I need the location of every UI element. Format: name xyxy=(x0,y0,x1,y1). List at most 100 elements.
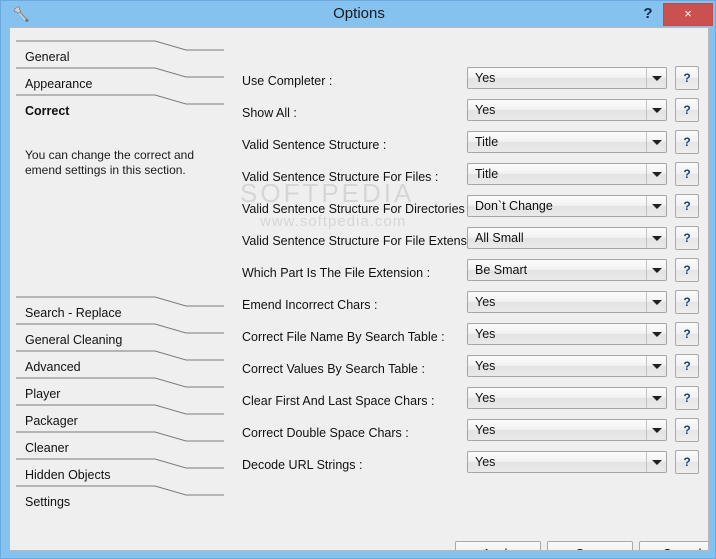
setting-dropdown-value: All Small xyxy=(475,231,524,245)
sidebar-item-packager[interactable]: Packager xyxy=(16,404,224,431)
setting-label: Valid Sentence Structure : xyxy=(242,138,387,152)
sidebar-item-general-cleaning[interactable]: General Cleaning xyxy=(16,323,224,350)
setting-dropdown-value: Yes xyxy=(475,103,496,117)
row-help-button[interactable]: ? xyxy=(675,290,699,314)
row-help-button[interactable]: ? xyxy=(675,162,699,186)
sidebar-item-general[interactable]: General xyxy=(16,40,224,67)
chevron-down-glyph xyxy=(652,172,662,177)
row-help-button[interactable]: ? xyxy=(675,322,699,346)
save-button[interactable]: Save xyxy=(547,541,633,550)
setting-dropdown[interactable]: Title xyxy=(467,163,667,185)
setting-dropdown-value: Don`t Change xyxy=(475,199,553,213)
settings-row: Correct Values By Search Table : Yes? xyxy=(226,354,708,386)
sidebar-item-player[interactable]: Player xyxy=(16,377,224,404)
setting-label: Use Completer : xyxy=(242,74,333,88)
setting-dropdown[interactable]: Yes xyxy=(467,99,667,121)
setting-label: Show All : xyxy=(242,106,297,120)
sidebar-item-appearance[interactable]: Appearance xyxy=(16,67,224,94)
chevron-down-glyph xyxy=(652,428,662,433)
apply-button[interactable]: Apply xyxy=(455,541,541,550)
titlebar-help-button[interactable]: ? xyxy=(637,3,659,25)
row-help-button[interactable]: ? xyxy=(675,450,699,474)
row-help-button[interactable]: ? xyxy=(675,354,699,378)
chevron-down-glyph xyxy=(652,108,662,113)
chevron-down-icon[interactable] xyxy=(646,196,666,216)
row-help-button[interactable]: ? xyxy=(675,418,699,442)
chevron-down-glyph xyxy=(652,396,662,401)
setting-dropdown[interactable]: Yes xyxy=(467,291,667,313)
sidebar-item-label: Search - Replace xyxy=(25,306,122,320)
chevron-down-icon[interactable] xyxy=(646,100,666,120)
chevron-down-icon[interactable] xyxy=(646,260,666,280)
chevron-down-icon[interactable] xyxy=(646,452,666,472)
chevron-down-icon[interactable] xyxy=(646,420,666,440)
cancel-button[interactable]: Cancel xyxy=(639,541,708,550)
row-help-button[interactable]: ? xyxy=(675,194,699,218)
sidebar-item-hidden-objects[interactable]: Hidden Objects xyxy=(16,458,224,485)
sidebar-item-label: General Cleaning xyxy=(25,333,123,347)
sidebar-item-search-replace[interactable]: Search - Replace xyxy=(16,296,224,323)
setting-label: Correct File Name By Search Table : xyxy=(242,330,445,344)
row-help-button[interactable]: ? xyxy=(675,66,699,90)
chevron-down-glyph xyxy=(652,140,662,145)
row-help-button[interactable]: ? xyxy=(675,226,699,250)
chevron-down-icon[interactable] xyxy=(646,324,666,344)
row-help-button[interactable]: ? xyxy=(675,130,699,154)
chevron-down-glyph xyxy=(652,364,662,369)
setting-dropdown[interactable]: Title xyxy=(467,131,667,153)
sidebar-item-label: Hidden Objects xyxy=(25,468,111,482)
chevron-down-glyph xyxy=(652,76,662,81)
sidebar-item-label: Appearance xyxy=(25,77,93,91)
chevron-down-glyph xyxy=(652,236,662,241)
setting-label: Correct Values By Search Table : xyxy=(242,362,425,376)
settings-row: Emend Incorrect Chars : Yes? xyxy=(226,290,708,322)
chevron-down-icon[interactable] xyxy=(646,356,666,376)
setting-dropdown-value: Be Smart xyxy=(475,263,528,277)
title-bar: Options ? × xyxy=(1,1,715,27)
chevron-down-icon[interactable] xyxy=(646,292,666,312)
setting-dropdown[interactable]: Yes xyxy=(467,323,667,345)
chevron-down-icon[interactable] xyxy=(646,388,666,408)
settings-row: Decode URL Strings : Yes? xyxy=(226,450,708,482)
row-help-button[interactable]: ? xyxy=(675,386,699,410)
setting-dropdown-value: Yes xyxy=(475,455,496,469)
row-help-button[interactable]: ? xyxy=(675,98,699,122)
chevron-down-icon[interactable] xyxy=(646,132,666,152)
setting-dropdown-value: Yes xyxy=(475,359,496,373)
setting-dropdown-value: Yes xyxy=(475,327,496,341)
setting-dropdown[interactable]: Yes xyxy=(467,451,667,473)
setting-dropdown-value: Title xyxy=(475,135,499,149)
settings-row: Valid Sentence Structure : Title? xyxy=(226,130,708,162)
row-help-button[interactable]: ? xyxy=(675,258,699,282)
chevron-down-icon[interactable] xyxy=(646,68,666,88)
setting-dropdown[interactable]: Yes xyxy=(467,419,667,441)
sidebar-item-correct[interactable]: Correct xyxy=(16,94,224,121)
settings-row: Use Completer : Yes? xyxy=(226,66,708,98)
sidebar: General Appearance Correct Search - Replace… xyxy=(10,28,226,550)
sidebar-item-cleaner[interactable]: Cleaner xyxy=(16,431,224,458)
setting-dropdown[interactable]: Yes xyxy=(467,67,667,89)
dialog-buttons: Apply Save Cancel xyxy=(10,533,708,550)
sidebar-item-label: Correct xyxy=(25,104,70,118)
options-window: Options ? × General Appearance Correct Sear… xyxy=(0,0,716,559)
setting-dropdown[interactable]: All Small xyxy=(467,227,667,249)
sidebar-item-settings[interactable]: Settings xyxy=(16,485,224,512)
setting-label: Decode URL Strings : xyxy=(242,458,363,472)
settings-row: Clear First And Last Space Chars : Yes? xyxy=(226,386,708,418)
setting-dropdown-value: Yes xyxy=(475,423,496,437)
chevron-down-glyph xyxy=(652,268,662,273)
settings-row: Correct Double Space Chars : Yes? xyxy=(226,418,708,450)
sidebar-item-advanced[interactable]: Advanced xyxy=(16,350,224,377)
setting-dropdown[interactable]: Yes xyxy=(467,355,667,377)
settings-row: Valid Sentence Structure For File Extens… xyxy=(226,226,708,258)
chevron-down-icon[interactable] xyxy=(646,164,666,184)
setting-dropdown[interactable]: Yes xyxy=(467,387,667,409)
setting-dropdown[interactable]: Don`t Change xyxy=(467,195,667,217)
chevron-down-icon[interactable] xyxy=(646,228,666,248)
close-button[interactable]: × xyxy=(663,3,713,26)
setting-dropdown[interactable]: Be Smart xyxy=(467,259,667,281)
sidebar-item-label: Settings xyxy=(25,495,71,509)
setting-label: Emend Incorrect Chars : xyxy=(242,298,378,312)
sidebar-item-label: Cleaner xyxy=(25,441,69,455)
window-title: Options xyxy=(333,5,385,22)
